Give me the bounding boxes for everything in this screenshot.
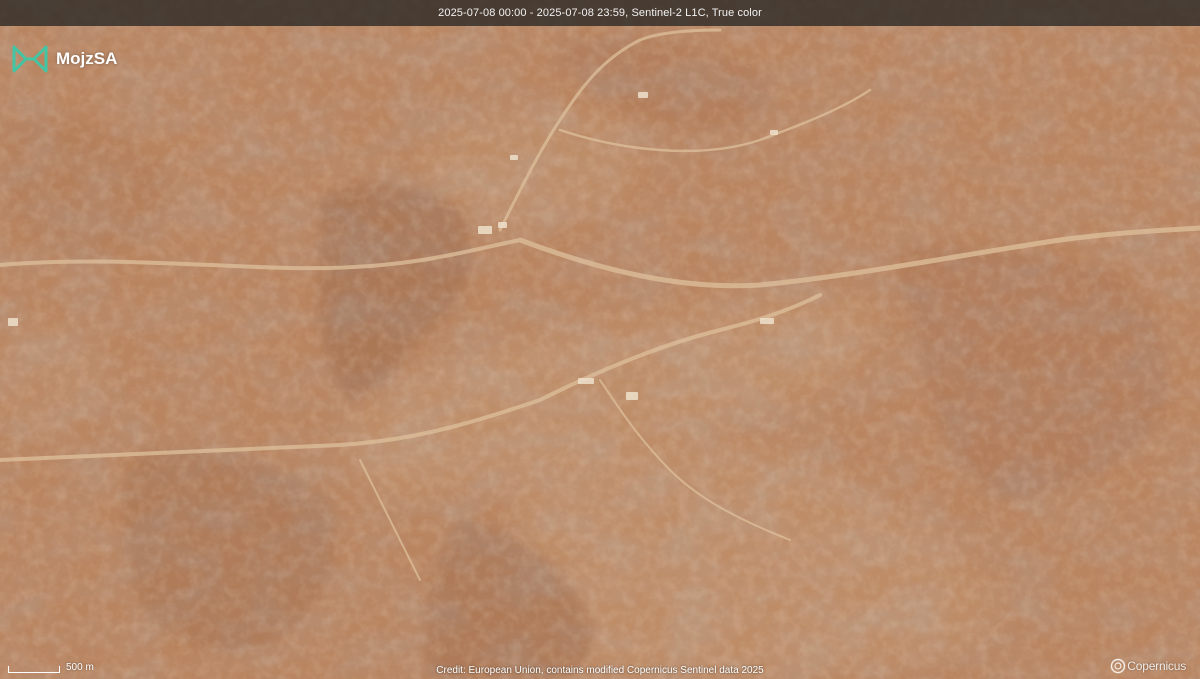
copernicus-wordmark: Copernicus (1127, 659, 1186, 673)
satellite-imagery[interactable] (0, 0, 1200, 679)
imagery-credit: Credit: European Union, contains modifie… (436, 665, 764, 676)
acquisition-caption-bar: 2025-07-08 00:00 - 2025-07-08 23:59, Sen… (0, 0, 1200, 26)
satellite-map-viewer[interactable]: 2025-07-08 00:00 - 2025-07-08 23:59, Sen… (0, 0, 1200, 679)
copernicus-watermark: Copernicus (1109, 658, 1186, 674)
mojzsa-logo-icon (12, 45, 48, 73)
brand-logo[interactable]: MojzSA (12, 45, 117, 73)
brand-name: MojzSA (56, 49, 118, 68)
copernicus-logo-icon (1111, 658, 1126, 674)
acquisition-caption: 2025-07-08 00:00 - 2025-07-08 23:59, Sen… (438, 7, 762, 19)
